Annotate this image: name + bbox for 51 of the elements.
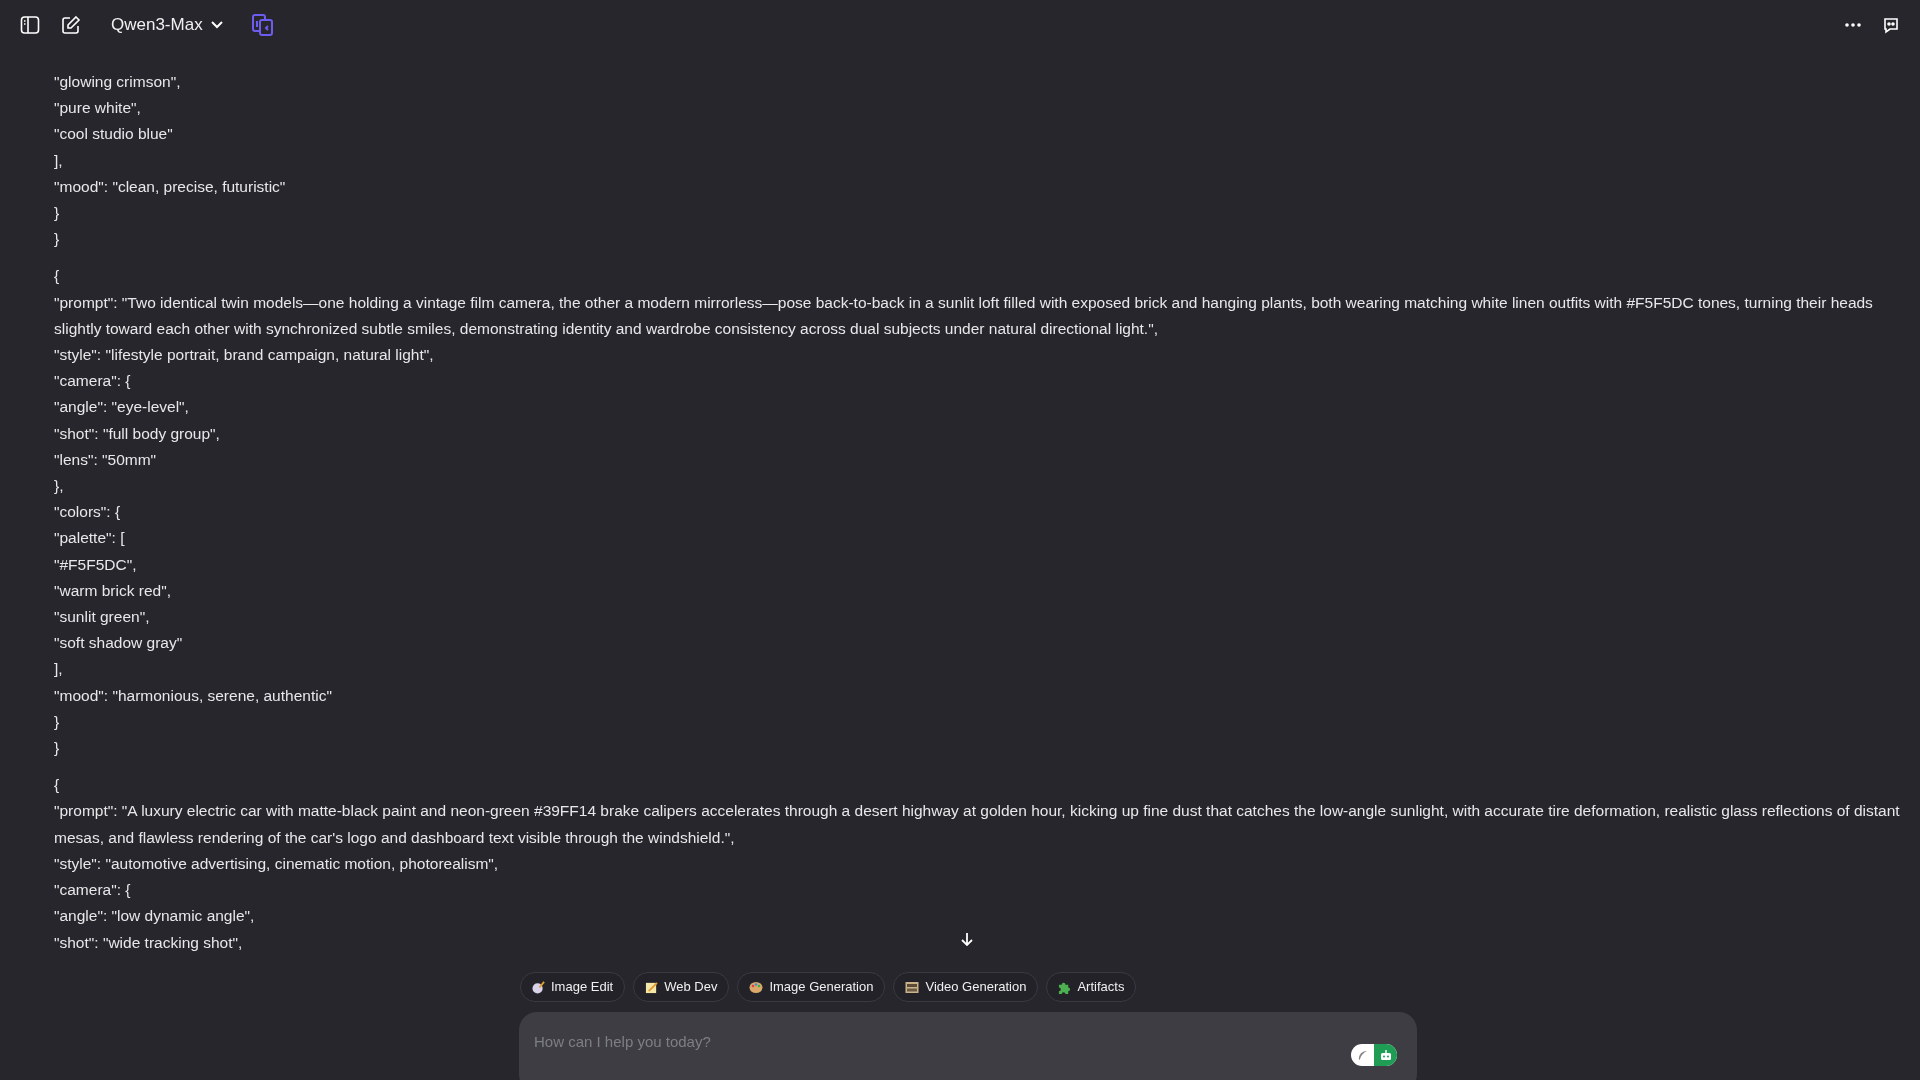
code-line: "mood": "clean, precise, futuristic"	[54, 176, 286, 197]
edit-icon[interactable]	[61, 15, 81, 35]
mode-chip[interactable]: Image Generation	[737, 972, 886, 1002]
code-line: }	[54, 229, 60, 250]
message-input[interactable]: How can I help you today?	[534, 1031, 1134, 1054]
mode-chip[interactable]: Image Edit	[520, 972, 626, 1002]
code-line: "shot": "full body group",	[54, 423, 220, 444]
mode-chip[interactable]: Video Generation	[893, 972, 1039, 1002]
code-line: "sunlit green",	[54, 607, 150, 628]
code-line: "prompt": "A luxury electric car with matte-black paint and neon-green #39FF14 brake calipers accelerates through a desert highway at golden hour, kicking up fine dust that catches the low-angle sunlight, with accurate tire deformation, realistic glass reflections of distant mesas, and flawless rendering of the car's logo and dashboard text visible through the windshield.",	[54, 801, 1900, 848]
scroll-down-icon[interactable]	[961, 932, 973, 946]
code-line: {	[54, 775, 60, 796]
mode-toggle[interactable]	[1351, 1044, 1397, 1066]
code-line: },	[54, 476, 64, 497]
chat-bot-icon[interactable]	[1882, 16, 1900, 34]
code-line: "camera": {	[54, 880, 131, 901]
code-line: "colors": {	[54, 502, 121, 523]
robot-icon	[1379, 1049, 1392, 1061]
code-line: "warm brick red",	[54, 580, 171, 601]
puzzle-icon	[1058, 980, 1072, 994]
compare-icon[interactable]	[250, 13, 275, 37]
mode-chip[interactable]: Web Dev	[633, 972, 730, 1002]
code-line: ],	[54, 659, 63, 680]
mode-chip[interactable]: Artifacts	[1046, 972, 1137, 1002]
code-line: }	[54, 711, 60, 732]
model-selector[interactable]: Qwen3-Max	[111, 12, 223, 38]
sidebar-icon[interactable]	[20, 15, 40, 35]
code-line: }	[54, 203, 60, 223]
code-line: "#F5F5DC",	[54, 554, 137, 575]
chevron-down-icon	[210, 21, 223, 29]
code-line: "style": "lifestyle portrait, brand campaign, natural light",	[54, 345, 434, 366]
code-line: "shot": "wide tracking shot",	[54, 932, 243, 953]
code-line: "soft shadow gray"	[54, 633, 183, 654]
code-line: "camera": {	[54, 371, 131, 392]
feather-icon	[1357, 1049, 1368, 1061]
notepad-icon	[645, 980, 659, 994]
more-icon[interactable]	[1845, 23, 1861, 27]
code-line: "glowing crimson",	[54, 72, 181, 92]
code-line: {	[54, 266, 60, 287]
code-line: "lens": "50mm"	[54, 449, 157, 470]
code-line: "pure white",	[54, 98, 141, 119]
code-line: "mood": "harmonious, serene, authentic"	[54, 685, 332, 706]
code-line: "cool studio blue"	[54, 124, 173, 145]
code-line: "style": "automotive advertising, cinematic motion, photorealism",	[54, 853, 499, 874]
palette-icon	[749, 980, 764, 994]
code-line: "angle": "eye-level",	[54, 397, 189, 418]
code-line: }	[54, 738, 60, 759]
code-line: "prompt": "Two identical twin models—one holding a vintage film camera, the other a modern mirrorless—pose back-to-back in a sunlit loft filled with exposed brick and hanging plants, both wearing matching white linen outfits with #F5F5DC tones, turning their heads slightly toward each other with synchronized subtle smiles, demonstrating identity and wardrobe consistency across dual subjects under natural directional light.",	[54, 292, 1874, 339]
code-line: "angle": "low dynamic angle",	[54, 906, 255, 927]
code-line: ],	[54, 150, 63, 171]
code-line: "palette": [	[54, 528, 125, 549]
